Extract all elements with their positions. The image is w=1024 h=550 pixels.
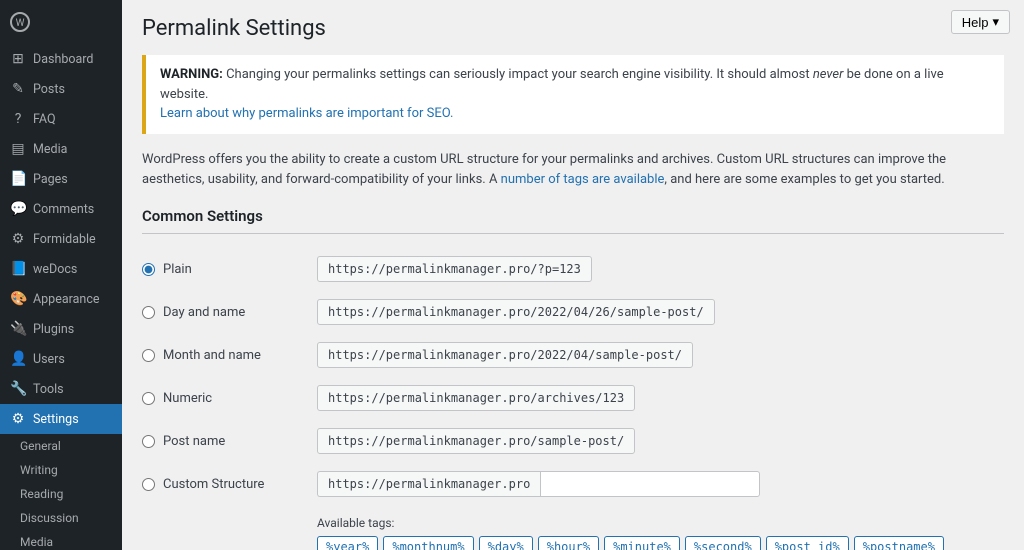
post-name-label-text[interactable]: Post name: [163, 434, 225, 449]
plain-value: https://permalinkmanager.pro/?p=123: [317, 256, 1004, 282]
sidebar-item-dashboard[interactable]: ⊞ Dashboard: [0, 44, 122, 74]
sidebar-sub-reading[interactable]: Reading: [10, 482, 122, 506]
main-content: Help ▾ Permalink Settings WARNING: Chang…: [122, 0, 1024, 550]
intro-text: WordPress offers you the ability to crea…: [142, 150, 1004, 192]
numeric-radio[interactable]: [142, 392, 155, 405]
sidebar-sub-writing[interactable]: Writing: [10, 458, 122, 482]
sidebar-item-users[interactable]: 👤 Users: [0, 344, 122, 374]
sidebar-item-formidable[interactable]: ⚙ Formidable: [0, 224, 122, 254]
chevron-down-icon: ▾: [992, 14, 999, 30]
intro-link[interactable]: number of tags are available: [501, 172, 665, 187]
plain-url: https://permalinkmanager.pro/?p=123: [317, 256, 592, 282]
post-name-url: https://permalinkmanager.pro/sample-post…: [317, 428, 635, 454]
sidebar-item-wedocs[interactable]: 📘 weDocs: [0, 254, 122, 284]
custom-structure-input[interactable]: [540, 471, 760, 497]
sidebar-item-tools[interactable]: 🔧 Tools: [0, 374, 122, 404]
faq-icon: ?: [10, 111, 26, 127]
warning-box: WARNING: Changing your permalinks settin…: [142, 55, 1004, 134]
numeric-label: Numeric: [142, 391, 317, 406]
tag-button[interactable]: %postname%: [854, 536, 944, 550]
warning-link[interactable]: Learn about why permalinks are important…: [160, 106, 453, 121]
sidebar-item-posts[interactable]: ✎ Posts: [0, 74, 122, 104]
formidable-icon: ⚙: [10, 231, 26, 247]
wedocs-icon: 📘: [10, 261, 26, 277]
tag-button[interactable]: %monthnum%: [383, 536, 473, 550]
sidebar-sub-general[interactable]: General: [10, 434, 122, 458]
warning-text1: Changing your permalinks settings can se…: [226, 67, 813, 82]
dashboard-icon: ⊞: [10, 51, 26, 67]
tag-button[interactable]: %minute%: [604, 536, 680, 550]
month-name-url: https://permalinkmanager.pro/2022/04/sam…: [317, 342, 693, 368]
svg-text:W: W: [16, 18, 25, 29]
tag-button[interactable]: %year%: [317, 536, 378, 550]
sidebar: W ⊞ Dashboard ✎ Posts ? FAQ ▤ Media 📄 Pa…: [0, 0, 122, 550]
post-name-value: https://permalinkmanager.pro/sample-post…: [317, 428, 1004, 454]
permalink-option-day-name: Day and name https://permalinkmanager.pr…: [142, 291, 1004, 334]
sidebar-item-media[interactable]: ▤ Media: [0, 134, 122, 164]
day-name-label-text[interactable]: Day and name: [163, 305, 245, 320]
plain-radio[interactable]: [142, 263, 155, 276]
sidebar-item-faq[interactable]: ? FAQ: [0, 104, 122, 134]
sidebar-sub-media[interactable]: Media: [10, 530, 122, 550]
custom-label: Custom Structure: [142, 477, 317, 492]
permalink-option-month-name: Month and name https://permalinkmanager.…: [142, 334, 1004, 377]
permalink-option-plain: Plain https://permalinkmanager.pro/?p=12…: [142, 248, 1004, 291]
day-name-radio[interactable]: [142, 306, 155, 319]
tag-button[interactable]: %second%: [685, 536, 761, 550]
tag-button[interactable]: %post_id%: [766, 536, 849, 550]
day-name-label: Day and name: [142, 305, 317, 320]
sidebar-item-settings[interactable]: ⚙ Settings: [0, 404, 122, 434]
custom-url-prefix: https://permalinkmanager.pro: [317, 471, 540, 497]
numeric-url: https://permalinkmanager.pro/archives/12…: [317, 385, 635, 411]
sidebar-item-plugins[interactable]: 🔌 Plugins: [0, 314, 122, 344]
sidebar-item-comments[interactable]: 💬 Comments: [0, 194, 122, 224]
permalink-option-custom: Custom Structure https://permalinkmanage…: [142, 463, 1004, 506]
common-settings-section: Common Settings Plain https://permalinkm…: [142, 207, 1004, 550]
post-name-label: Post name: [142, 434, 317, 449]
day-name-url: https://permalinkmanager.pro/2022/04/26/…: [317, 299, 715, 325]
section-title: Common Settings: [142, 207, 1004, 234]
plain-label-text[interactable]: Plain: [163, 262, 192, 277]
tools-icon: 🔧: [10, 381, 26, 397]
available-tags-section: Available tags: %year% %monthnum% %day% %ho…: [142, 516, 1004, 550]
sidebar-logo: W: [0, 0, 122, 44]
permalink-option-numeric: Numeric https://permalinkmanager.pro/arc…: [142, 377, 1004, 420]
tag-button[interactable]: %hour%: [538, 536, 599, 550]
numeric-label-text[interactable]: Numeric: [163, 391, 212, 406]
comments-icon: 💬: [10, 201, 26, 217]
tag-button[interactable]: %day%: [479, 536, 533, 550]
media-icon: ▤: [10, 141, 26, 157]
plain-label: Plain: [142, 262, 317, 277]
sidebar-sub-discussion[interactable]: Discussion: [10, 506, 122, 530]
help-button[interactable]: Help ▾: [951, 10, 1010, 34]
pages-icon: 📄: [10, 171, 26, 187]
page-title: Permalink Settings: [142, 16, 1004, 41]
day-name-value: https://permalinkmanager.pro/2022/04/26/…: [317, 299, 1004, 325]
sidebar-item-appearance[interactable]: 🎨 Appearance: [0, 284, 122, 314]
plugins-icon: 🔌: [10, 321, 26, 337]
warning-heading: WARNING:: [160, 67, 223, 82]
month-name-label-text[interactable]: Month and name: [163, 348, 261, 363]
month-name-label: Month and name: [142, 348, 317, 363]
month-name-value: https://permalinkmanager.pro/2022/04/sam…: [317, 342, 1004, 368]
custom-label-text[interactable]: Custom Structure: [163, 477, 264, 492]
appearance-icon: 🎨: [10, 291, 26, 307]
month-name-radio[interactable]: [142, 349, 155, 362]
posts-icon: ✎: [10, 81, 26, 97]
tags-container: %year% %monthnum% %day% %hour% %minute% %seco…: [317, 536, 1004, 550]
tags-label: Available tags:: [317, 516, 1004, 530]
warning-never: never: [813, 67, 844, 82]
custom-input-row: https://permalinkmanager.pro: [317, 471, 1004, 497]
users-icon: 👤: [10, 351, 26, 367]
custom-radio[interactable]: [142, 478, 155, 491]
settings-icon: ⚙: [10, 411, 26, 427]
post-name-radio[interactable]: [142, 435, 155, 448]
numeric-value: https://permalinkmanager.pro/archives/12…: [317, 385, 1004, 411]
custom-value: https://permalinkmanager.pro: [317, 471, 1004, 497]
sidebar-item-pages[interactable]: 📄 Pages: [0, 164, 122, 194]
permalink-option-post-name: Post name https://permalinkmanager.pro/s…: [142, 420, 1004, 463]
settings-submenu: General Writing Reading Discussion Media…: [0, 434, 122, 550]
